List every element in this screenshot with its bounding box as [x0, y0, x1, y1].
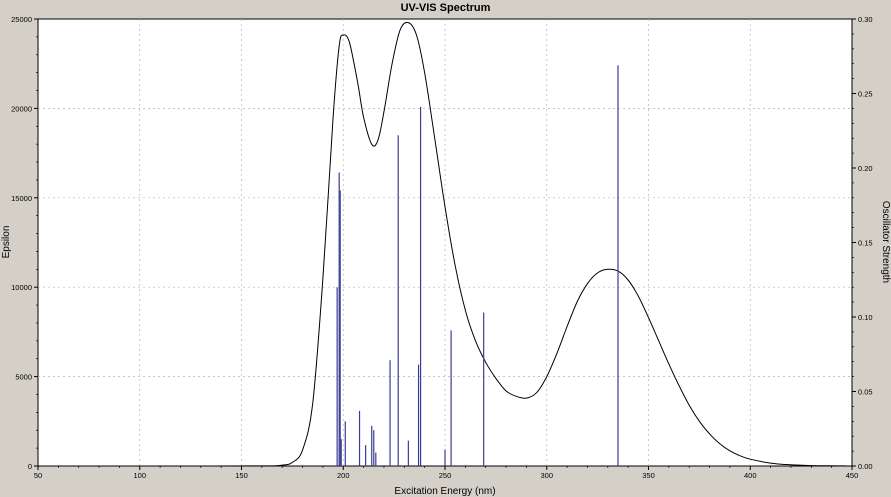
x-tick-label: 100 — [133, 471, 146, 480]
y-tick-label: 5000 — [15, 373, 32, 382]
x-tick-label: 300 — [540, 471, 553, 480]
y2-tick-label: 0.15 — [858, 239, 873, 248]
y2-tick-label: 0.20 — [858, 164, 873, 173]
x-axis-label: Excitation Energy (nm) — [394, 486, 495, 497]
x-tick-label: 150 — [235, 471, 248, 480]
x-tick-label: 400 — [744, 471, 757, 480]
x-tick-label: 350 — [642, 471, 655, 480]
y-tick-label: 0 — [28, 462, 32, 471]
y-axis-label: Epsilon — [1, 226, 12, 259]
y2-tick-label: 0.10 — [858, 313, 873, 322]
y2-axis-label: Oscillator Strength — [880, 201, 891, 283]
uv-vis-chart: 50 100 150 200 250 300 350 400 450 0 5000 10000 1500… — [0, 0, 891, 497]
x-tick-label: 200 — [337, 471, 350, 480]
y-tick-label: 10000 — [11, 283, 32, 292]
y-tick-label: 15000 — [11, 194, 32, 203]
y-tick-label: 25000 — [11, 15, 32, 24]
plot-area — [37, 18, 853, 467]
x-tick-label: 50 — [34, 471, 42, 480]
y2-tick-label: 0.30 — [858, 15, 873, 24]
y2-tick-label: 0.00 — [858, 462, 873, 471]
x-tick-label: 450 — [846, 471, 859, 480]
x-tick-label: 250 — [439, 471, 452, 480]
y2-tick-label: 0.05 — [858, 388, 873, 397]
chart-title: UV-VIS Spectrum — [401, 2, 491, 14]
y2-tick-label: 0.25 — [858, 90, 873, 99]
chart-svg: 50 100 150 200 250 300 350 400 450 0 5000 10000 1500… — [0, 0, 891, 497]
y-tick-label: 20000 — [11, 104, 32, 113]
